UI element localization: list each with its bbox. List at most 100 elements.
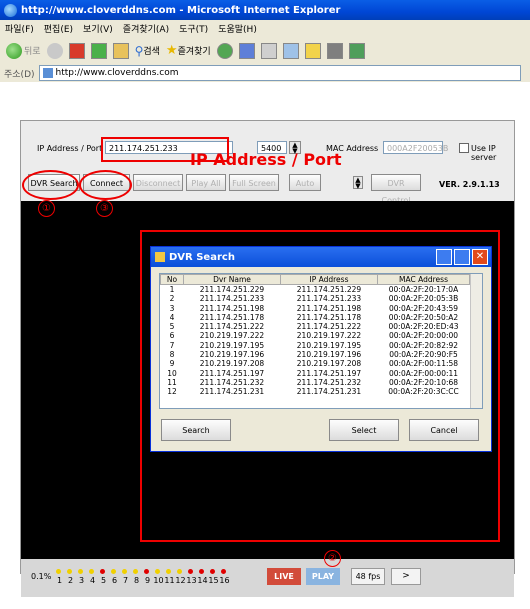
table-cell: 210.219.197.222	[296, 331, 362, 341]
back-button[interactable]: 뒤로	[6, 42, 41, 59]
dvr-table-row[interactable]: 3 211.174.251.198 211.174.251.198 00:0A:2F:…	[161, 304, 470, 313]
minimize-icon[interactable]	[436, 249, 452, 265]
channel-number[interactable]: 4	[87, 576, 98, 585]
dvr-control-button[interactable]: DVR Control	[371, 174, 421, 205]
window-title-bar: http://www.cloverddns.com - Microsoft In…	[0, 0, 530, 20]
channel-number[interactable]: 1	[54, 576, 65, 585]
address-input[interactable]: http://www.cloverddns.com	[38, 65, 521, 81]
dvr-table-row[interactable]: 8 210.219.197.196 210.219.197.196 00:0A:2F:…	[161, 350, 470, 359]
list-scrollbar[interactable]	[470, 274, 482, 408]
dvr-table-row[interactable]: 6 210.219.197.222 210.219.197.222 00:0A:2F:…	[161, 331, 470, 340]
channel-number[interactable]: 11	[164, 576, 175, 585]
dvr-table-row[interactable]: 7 210.219.197.195 210.219.197.195 00:0A:2F:…	[161, 341, 470, 350]
favorites-button[interactable]: ★ 즐겨찾기	[166, 43, 211, 58]
edit-icon[interactable]	[282, 42, 299, 59]
channel-number[interactable]: 10	[153, 576, 164, 585]
channel-number[interactable]: 5	[98, 576, 109, 585]
menu-tools[interactable]: 도구(T)	[179, 22, 208, 35]
menu-view[interactable]: 보기(V)	[83, 22, 113, 35]
table-cell: 211.174.251.229	[199, 285, 265, 294]
refresh-icon[interactable]	[90, 42, 107, 59]
table-cell: 00:0A:2F:20:3C:CC	[388, 387, 459, 397]
channel-number[interactable]: 2	[65, 576, 76, 585]
address-bar: 주소(D) http://www.cloverddns.com	[0, 64, 530, 83]
select-button[interactable]: Select	[329, 419, 399, 441]
print-icon[interactable]	[260, 42, 277, 59]
col-ip-address[interactable]: IP Address	[280, 274, 378, 285]
channel-dot	[56, 569, 61, 574]
table-cell: 8	[169, 350, 175, 360]
cancel-button[interactable]: Cancel	[409, 419, 479, 441]
messenger-icon[interactable]	[348, 42, 365, 59]
auto-spinner[interactable]: ▲ ▼	[353, 176, 363, 190]
menu-file[interactable]: 파일(F)	[5, 22, 34, 35]
fps-selector[interactable]: 48 fps	[351, 568, 385, 585]
history-icon[interactable]	[216, 42, 233, 59]
dvr-table-row[interactable]: 1 211.174.251.229 211.174.251.229 00:0A:2F:…	[161, 285, 470, 295]
table-cell: 211.174.251.178	[296, 312, 362, 322]
folder-icon[interactable]	[304, 42, 321, 59]
menu-help[interactable]: 도움말(H)	[218, 22, 257, 35]
dvr-table-row[interactable]: 2 211.174.251.233 211.174.251.233 00:0A:2F:…	[161, 294, 470, 303]
channel-dot	[210, 569, 215, 574]
callout-three: ③	[96, 200, 113, 217]
use-ip-checkbox[interactable]	[459, 143, 469, 153]
dvr-table-row[interactable]: 5 211.174.251.222 211.174.251.222 00:0A:2F:…	[161, 322, 470, 331]
auto-button[interactable]: Auto	[289, 174, 321, 191]
play-button[interactable]: PLAY	[306, 568, 340, 585]
address-label: 주소(D)	[4, 69, 35, 80]
menu-bar: 파일(F) 편집(E) 보기(V) 즐겨찾기(A) 도구(T) 도움말(H)	[0, 20, 530, 38]
channel-number[interactable]: 8	[131, 576, 142, 585]
full-screen-button[interactable]: Full Screen	[229, 174, 279, 191]
channel-number[interactable]: 9	[142, 576, 153, 585]
live-button[interactable]: LIVE	[267, 568, 301, 585]
dvr-table-row[interactable]: 12 211.174.251.231 211.174.251.231 00:0A:2F…	[161, 387, 470, 396]
percent-label: 0.1%	[31, 572, 52, 581]
close-icon[interactable]: ✕	[472, 249, 488, 265]
channel-number[interactable]: 15	[208, 576, 219, 585]
dvr-search-dialog: DVR Search ✕ No Dvr Name IP Address MAC …	[150, 246, 492, 452]
dvr-table-row[interactable]: 11 211.174.251.232 211.174.251.232 00:0A:2F…	[161, 378, 470, 387]
table-cell: 211.174.251.229	[296, 285, 362, 294]
table-cell: 00:0A:2F:20:43:59	[388, 303, 459, 313]
dvr-list: No Dvr Name IP Address MAC Address 1 211.…	[159, 273, 483, 409]
channel-number[interactable]: 12	[175, 576, 186, 585]
dialog-title: DVR Search	[169, 251, 235, 263]
channel-number[interactable]: 7	[120, 576, 131, 585]
forward-button[interactable]	[46, 42, 63, 59]
menu-favorites[interactable]: 즐겨찾기(A)	[123, 22, 169, 35]
search-button[interactable]: Search	[161, 419, 231, 441]
play-all-button[interactable]: Play All	[186, 174, 226, 191]
table-cell: 211.174.251.197	[296, 368, 362, 378]
dvr-table-row[interactable]: 4 211.174.251.178 211.174.251.178 00:0A:2F:…	[161, 313, 470, 322]
back-arrow-icon	[6, 42, 22, 59]
channel-number[interactable]: 6	[109, 576, 120, 585]
col-no[interactable]: No	[160, 274, 184, 285]
maximize-icon[interactable]	[454, 249, 470, 265]
channel-number[interactable]: 16	[219, 576, 230, 585]
menu-edit[interactable]: 편집(E)	[44, 22, 73, 35]
mail-icon[interactable]	[238, 42, 255, 59]
home-icon[interactable]	[112, 42, 129, 59]
dvr-table-row[interactable]: 10 211.174.251.197 211.174.251.197 00:0A:2F…	[161, 369, 470, 378]
table-cell: 211.174.251.231	[296, 387, 362, 397]
col-mac-address[interactable]: MAC Address	[377, 274, 470, 285]
table-cell: 1	[169, 285, 175, 294]
table-cell: 00:0A:2F:20:50:A2	[388, 312, 459, 322]
stop-icon[interactable]	[68, 42, 85, 59]
dvr-table-row[interactable]: 9 210.219.197.208 210.219.197.208 00:0A:2F:…	[161, 359, 470, 368]
channel-dot	[133, 569, 138, 574]
version-label: VER. 2.9.1.13	[439, 180, 500, 189]
channel-number[interactable]: 13	[186, 576, 197, 585]
disconnect-button[interactable]: Disconnect	[133, 174, 183, 191]
table-cell: 00:0A:2F:20:ED:43	[388, 322, 459, 332]
table-cell: 5	[169, 322, 175, 332]
next-button[interactable]: >	[391, 568, 421, 585]
research-icon[interactable]	[326, 42, 343, 59]
channel-number[interactable]: 14	[197, 576, 208, 585]
search-button[interactable]: ⚲ 검색	[135, 44, 160, 58]
col-dvr-name[interactable]: Dvr Name	[183, 274, 281, 285]
channel-number[interactable]: 3	[76, 576, 87, 585]
mac-address-input[interactable]: 000A2F20053B	[383, 141, 448, 154]
channel-dot	[144, 569, 149, 574]
